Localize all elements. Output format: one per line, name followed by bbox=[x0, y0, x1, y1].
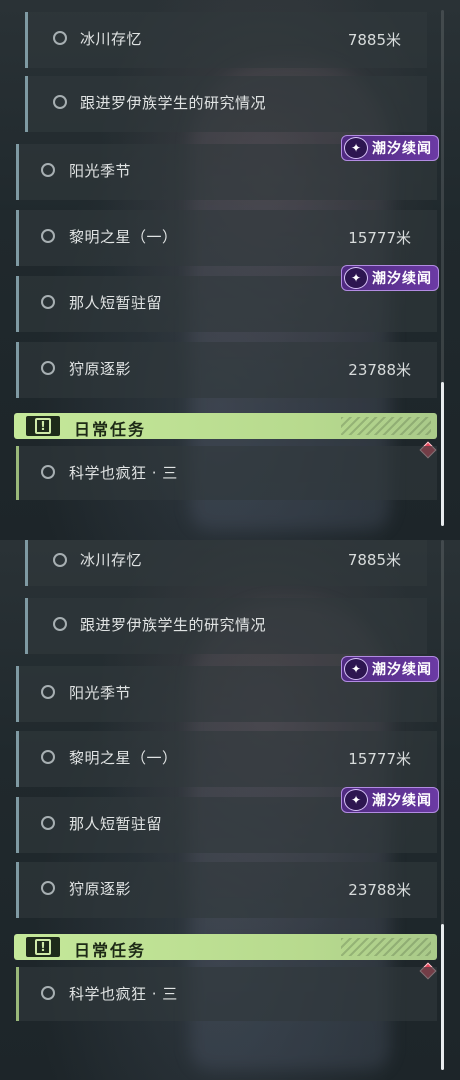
task-distance: 23788米 bbox=[348, 361, 411, 379]
task-item-binchuan[interactable]: 冰川存忆 7885米 bbox=[25, 12, 427, 68]
scrollbar-thumb[interactable] bbox=[441, 924, 444, 1070]
task-item-kexue[interactable]: 科学也疯狂 · 三 bbox=[16, 967, 437, 1021]
circle-outline-icon bbox=[41, 163, 55, 177]
circle-outline-icon bbox=[41, 881, 55, 895]
task-item-luoyi[interactable]: 跟进罗伊族学生的研究情况 bbox=[25, 598, 427, 654]
task-label: 跟进罗伊族学生的研究情况 bbox=[80, 616, 267, 634]
quest-panel-bottom: 冰川存忆 7885米 跟进罗伊族学生的研究情况 阳光季节 ✦ 潮汐续闻 黎明之星… bbox=[0, 540, 460, 1080]
task-distance: 7885米 bbox=[347, 551, 401, 569]
task-item-binchuan[interactable]: 冰川存忆 7885米 bbox=[25, 540, 427, 586]
task-label: 跟进罗伊族学生的研究情况 bbox=[80, 94, 267, 112]
circle-outline-icon bbox=[41, 465, 55, 479]
task-item-shouyuan[interactable]: 狩原逐影 23788米 bbox=[16, 342, 437, 398]
daily-title: 日常任务 bbox=[74, 941, 147, 960]
tide-story-badge: ✦ 潮汐续闻 bbox=[341, 656, 439, 682]
tide-story-badge: ✦ 潮汐续闻 bbox=[341, 135, 439, 161]
circle-outline-icon bbox=[41, 361, 55, 375]
circle-outline-icon bbox=[41, 295, 55, 309]
scrollbar-thumb[interactable] bbox=[441, 382, 444, 526]
header-decoration bbox=[341, 417, 431, 435]
task-label: 阳光季节 bbox=[69, 162, 132, 180]
circle-outline-icon bbox=[53, 95, 67, 109]
circle-outline-icon bbox=[41, 750, 55, 764]
star-icon: ✦ bbox=[344, 267, 368, 289]
circle-outline-icon bbox=[53, 31, 67, 45]
exclamation-icon: ! bbox=[26, 416, 60, 436]
quest-panel-top: 冰川存忆 7885米 跟进罗伊族学生的研究情况 阳光季节 ✦ 潮汐续闻 黎明之星… bbox=[0, 0, 460, 540]
task-label: 狩原逐影 bbox=[69, 360, 132, 378]
task-label: 阳光季节 bbox=[69, 684, 132, 702]
task-label: 冰川存忆 bbox=[80, 551, 143, 569]
task-label: 科学也疯狂 · 三 bbox=[69, 985, 178, 1003]
circle-outline-icon bbox=[41, 816, 55, 830]
star-icon: ✦ bbox=[344, 658, 368, 680]
task-label: 狩原逐影 bbox=[69, 880, 132, 898]
task-item-liming[interactable]: 黎明之星（一） 15777米 bbox=[16, 731, 437, 787]
circle-outline-icon bbox=[53, 617, 67, 631]
task-label: 科学也疯狂 · 三 bbox=[69, 464, 178, 482]
task-item-luoyi[interactable]: 跟进罗伊族学生的研究情况 bbox=[25, 76, 427, 132]
badge-text: 潮汐续闻 bbox=[372, 271, 432, 287]
circle-outline-icon bbox=[41, 229, 55, 243]
daily-tasks-header[interactable]: ! 日常任务 bbox=[14, 413, 437, 439]
task-distance: 15777米 bbox=[348, 229, 411, 247]
star-icon: ✦ bbox=[344, 789, 368, 811]
star-icon: ✦ bbox=[344, 137, 368, 159]
task-label: 黎明之星（一） bbox=[69, 228, 178, 246]
daily-tasks-header[interactable]: ! 日常任务 bbox=[14, 934, 437, 960]
task-item-liming[interactable]: 黎明之星（一） 15777米 bbox=[16, 210, 437, 266]
task-label: 那人短暂驻留 bbox=[69, 294, 163, 312]
task-distance: 23788米 bbox=[348, 881, 411, 899]
circle-outline-icon bbox=[41, 986, 55, 1000]
header-decoration bbox=[341, 938, 431, 956]
daily-title: 日常任务 bbox=[74, 420, 147, 439]
circle-outline-icon bbox=[53, 553, 67, 567]
badge-text: 潮汐续闻 bbox=[372, 662, 432, 678]
badge-text: 潮汐续闻 bbox=[372, 793, 432, 809]
circle-outline-icon bbox=[41, 685, 55, 699]
task-distance: 15777米 bbox=[348, 750, 411, 768]
task-item-kexue[interactable]: 科学也疯狂 · 三 bbox=[16, 446, 437, 500]
task-label: 冰川存忆 bbox=[80, 30, 143, 48]
task-distance: 7885米 bbox=[347, 31, 401, 49]
badge-text: 潮汐续闻 bbox=[372, 141, 432, 157]
exclamation-icon: ! bbox=[26, 937, 60, 957]
task-label: 那人短暂驻留 bbox=[69, 815, 163, 833]
task-label: 黎明之星（一） bbox=[69, 749, 178, 767]
tide-story-badge: ✦ 潮汐续闻 bbox=[341, 787, 439, 813]
tide-story-badge: ✦ 潮汐续闻 bbox=[341, 265, 439, 291]
task-item-shouyuan[interactable]: 狩原逐影 23788米 bbox=[16, 862, 437, 918]
